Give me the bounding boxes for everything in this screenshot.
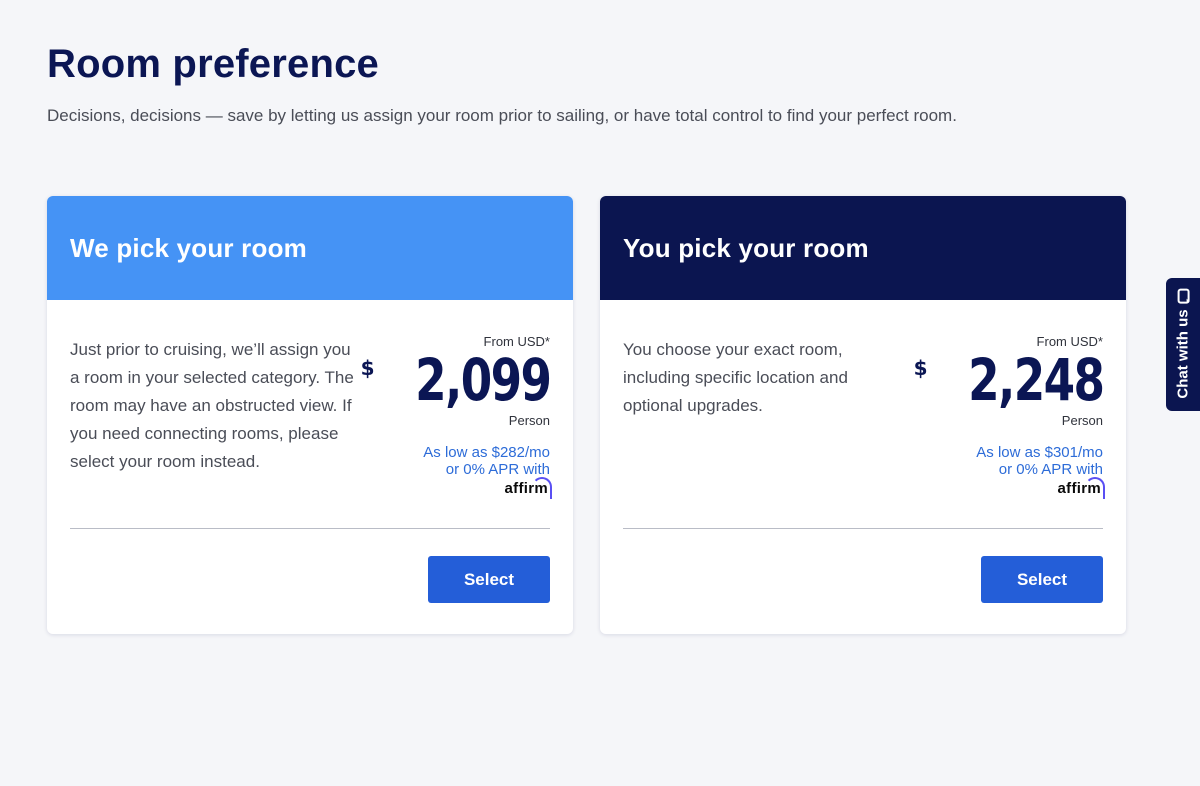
page-subtitle: Decisions, decisions — save by letting u… — [47, 106, 957, 125]
chat-tab-content[interactable]: Chat with us — [1175, 290, 1192, 398]
finance-apr[interactable]: or 0% APR with — [903, 461, 1103, 478]
card-header: You pick your room — [600, 196, 1126, 300]
chat-with-us-tab[interactable]: Chat with us — [1166, 278, 1200, 411]
finance-monthly[interactable]: As low as $301/mo — [903, 444, 1103, 461]
finance-link[interactable]: As low as $282/mo or 0% APR with — [350, 444, 550, 478]
affirm-arc-icon — [1085, 477, 1105, 499]
price-value: 2,099 — [414, 346, 552, 414]
affirm-logo: affirm — [1058, 477, 1105, 499]
card-header: We pick your room — [47, 196, 573, 300]
finance-monthly[interactable]: As low as $282/mo — [350, 444, 550, 461]
card-body: You choose your exact room, including sp… — [600, 300, 1126, 634]
affirm-logo-row: affirm — [350, 477, 552, 499]
card-title: We pick your room — [70, 232, 307, 263]
price-amount: $ 2,099 — [350, 346, 552, 414]
currency-symbol: $ — [360, 356, 375, 380]
affirm-logo: affirm — [505, 477, 552, 499]
price-unit: Person — [1061, 413, 1103, 428]
card-body: Just prior to cruising, we’ll assign you… — [47, 300, 573, 634]
finance-apr[interactable]: or 0% APR with — [350, 461, 550, 478]
card-title: You pick your room — [623, 232, 869, 263]
we-pick-room-card: We pick your room Just prior to cruising… — [47, 196, 573, 634]
you-pick-room-card: You pick your room You choose your exact… — [600, 196, 1126, 634]
card-description: Just prior to cruising, we’ll assign you… — [70, 340, 354, 471]
chat-bubble-icon — [1177, 290, 1189, 303]
finance-link[interactable]: As low as $301/mo or 0% APR with — [903, 444, 1103, 478]
page-title: Room preference — [47, 42, 379, 86]
affirm-arc-icon — [532, 477, 552, 499]
room-preference-page: Room preference Decisions, decisions — s… — [0, 0, 1200, 786]
chat-label[interactable]: Chat with us — [1175, 309, 1192, 398]
currency-symbol: $ — [913, 356, 928, 380]
card-description: You choose your exact room, including sp… — [623, 340, 848, 415]
affirm-logo-row: affirm — [903, 477, 1105, 499]
price-value: 2,248 — [967, 346, 1105, 414]
price-unit: Person — [508, 413, 550, 428]
select-you-pick-button[interactable]: Select — [981, 556, 1103, 603]
price-amount: $ 2,248 — [903, 346, 1105, 414]
price-box: From USD* $ 2,099 Person As low as $282/… — [350, 334, 552, 499]
divider — [623, 528, 1103, 529]
divider — [70, 528, 550, 529]
price-box: From USD* $ 2,248 Person As low as $301/… — [903, 334, 1105, 499]
select-we-pick-button[interactable]: Select — [428, 556, 550, 603]
